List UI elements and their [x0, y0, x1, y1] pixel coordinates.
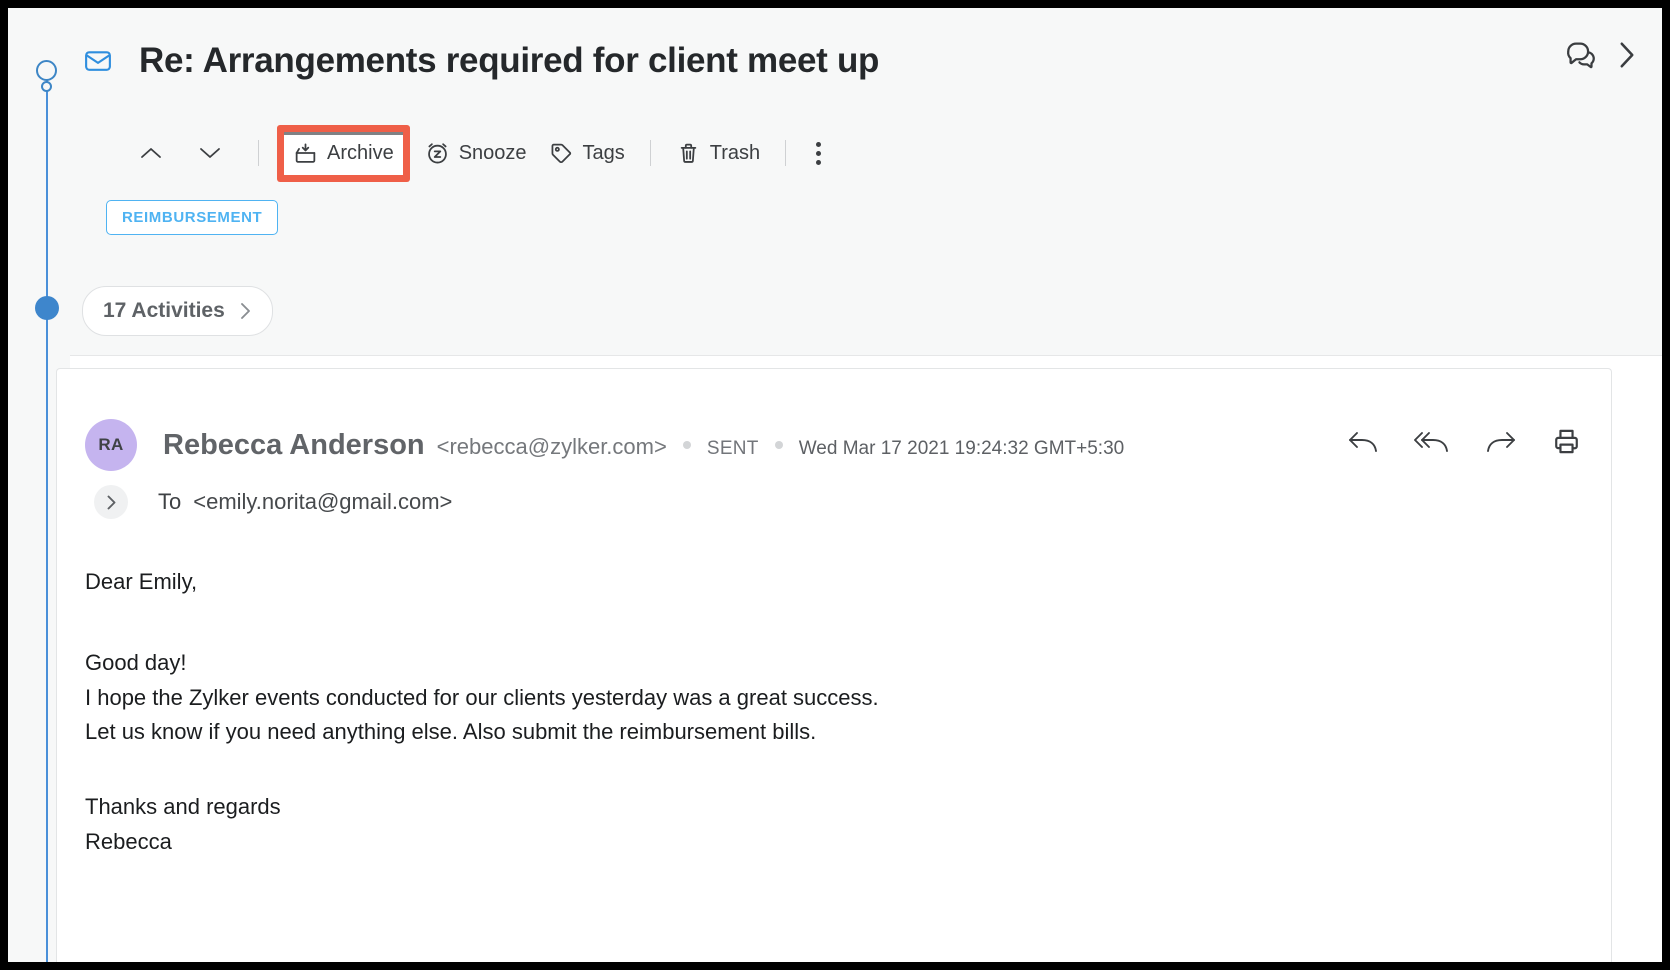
trash-icon [676, 141, 701, 166]
archive-label: Archive [327, 142, 394, 165]
message-actions [1347, 427, 1581, 456]
message-timestamp: Wed Mar 17 2021 19:24:32 GMT+5:30 [799, 438, 1125, 460]
message-card: RA Rebecca Anderson <rebecca@zylker.com>… [56, 368, 1612, 962]
activities-label: 17 Activities [103, 299, 225, 323]
recipient-row: To <emily.norita@gmail.com> [85, 485, 452, 519]
message-toolbar: Archive Snooze Tags [126, 130, 837, 176]
chat-bubbles-icon[interactable] [1564, 38, 1598, 77]
envelope-icon [83, 46, 113, 76]
snooze-button[interactable]: Snooze [414, 133, 538, 173]
archive-button-container[interactable]: Archive [284, 132, 403, 175]
sender-row: RA Rebecca Anderson <rebecca@zylker.com>… [85, 419, 1124, 471]
header-actions [1564, 38, 1638, 77]
chevron-right-icon [106, 495, 117, 510]
subject-row: Re: Arrangements required for client mee… [83, 41, 879, 81]
body-greeting: Dear Emily, [85, 565, 1571, 600]
body-spacer [85, 750, 1571, 790]
message-status: SENT [707, 438, 759, 460]
snooze-label: Snooze [459, 142, 527, 165]
status-badge[interactable]: REIMBURSEMENT [106, 200, 278, 235]
archive-highlight-annotation: Archive [277, 125, 410, 182]
timeline-node-sub [41, 81, 52, 92]
previous-message-button[interactable] [126, 133, 185, 173]
print-icon[interactable] [1552, 427, 1581, 456]
body-line-1: Good day! [85, 646, 1571, 681]
sender-email: <rebecca@zylker.com> [437, 434, 667, 460]
snooze-clock-icon [425, 141, 450, 166]
timeline-node-activities[interactable] [35, 296, 59, 320]
recipient-address: <emily.norita@gmail.com> [193, 489, 452, 515]
page-title: Re: Arrangements required for client mee… [139, 41, 879, 81]
more-options-button[interactable] [800, 136, 837, 171]
email-header: Re: Arrangements required for client mee… [70, 8, 1662, 356]
expand-details-button[interactable] [94, 485, 128, 519]
tags-button[interactable]: Tags [538, 133, 636, 173]
toolbar-divider-3 [785, 140, 786, 166]
body-line-3: Let us know if you need anything else. A… [85, 715, 1571, 750]
tag-icon [549, 141, 574, 166]
body-signoff: Thanks and regards [85, 790, 1571, 825]
recipient-label: To [158, 489, 181, 515]
toolbar-divider-2 [650, 140, 651, 166]
reply-all-icon[interactable] [1414, 428, 1450, 455]
body-line-2: I hope the Zylker events conducted for o… [85, 681, 1571, 716]
body-spacer [85, 600, 1571, 646]
chevron-down-icon [199, 146, 221, 160]
toolbar-divider-1 [258, 140, 259, 166]
chevron-up-icon [140, 146, 162, 160]
timeline-line [46, 78, 48, 962]
kebab-menu-icon [816, 151, 821, 156]
body-signature: Rebecca [85, 825, 1571, 860]
tags-label: Tags [583, 142, 625, 165]
reply-icon[interactable] [1347, 428, 1379, 455]
timeline-node-top [36, 60, 57, 81]
trash-label: Trash [710, 142, 760, 165]
archive-icon [293, 141, 318, 166]
activities-button[interactable]: 17 Activities [82, 286, 273, 336]
message-body: Dear Emily, Good day! I hope the Zylker … [85, 565, 1571, 860]
sender-meta: Rebecca Anderson <rebecca@zylker.com> SE… [163, 429, 1124, 462]
next-message-button[interactable] [185, 133, 244, 173]
kebab-menu-icon [816, 142, 821, 147]
expand-panel-icon[interactable] [1616, 40, 1638, 75]
chevron-right-icon [239, 302, 252, 320]
forward-icon[interactable] [1485, 428, 1517, 455]
separator-dot [683, 441, 691, 449]
archive-button[interactable]: Archive [293, 137, 394, 171]
avatar: RA [85, 419, 137, 471]
sender-name: Rebecca Anderson [163, 429, 425, 462]
email-detail-screen: Re: Arrangements required for client mee… [8, 8, 1662, 962]
kebab-menu-icon [816, 160, 821, 165]
trash-button[interactable]: Trash [665, 133, 771, 173]
separator-dot [775, 441, 783, 449]
